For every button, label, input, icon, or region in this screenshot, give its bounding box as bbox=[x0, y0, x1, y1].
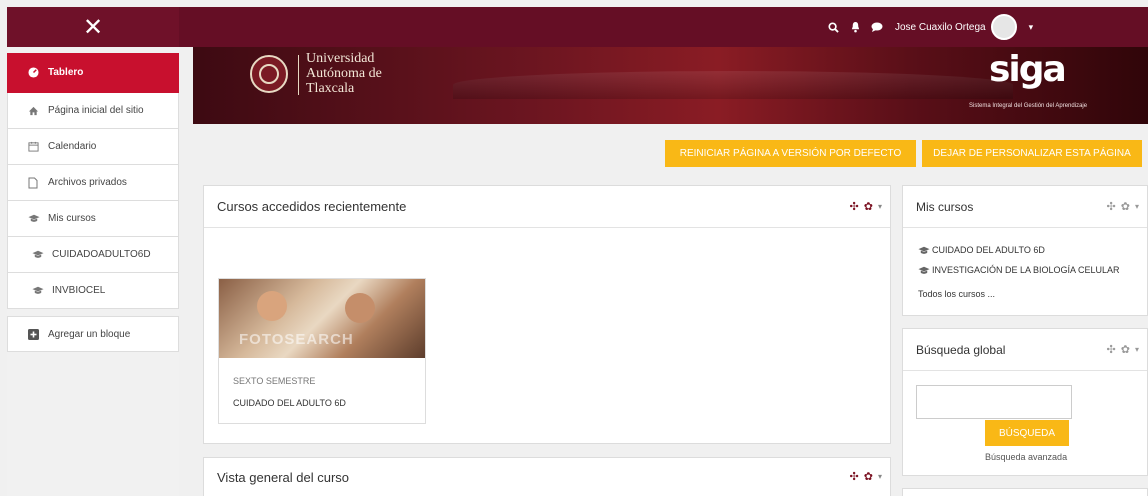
block-title: Vista general del curso bbox=[217, 470, 350, 485]
file-icon bbox=[28, 177, 42, 189]
block-title: Cursos accedidos recientemente bbox=[217, 199, 407, 214]
plus-square-icon bbox=[28, 328, 42, 340]
chevron-down-icon[interactable]: ▾ bbox=[1135, 345, 1139, 354]
graduation-cap-icon bbox=[32, 250, 46, 259]
sidebar-item-course-invbiocel[interactable]: INVBIOCEL bbox=[7, 273, 179, 309]
chevron-down-icon[interactable]: ▾ bbox=[878, 472, 882, 481]
home-icon bbox=[28, 106, 42, 116]
gear-icon[interactable]: ✿ bbox=[1121, 343, 1130, 356]
block-header: Mis cursos ✣ ✿ ▾ bbox=[903, 186, 1147, 228]
reset-page-button[interactable]: REINICIAR PÁGINA A VERSIÓN POR DEFECTO bbox=[665, 140, 916, 167]
sidebar-item-label: Página inicial del sitio bbox=[48, 105, 144, 116]
chat-icon[interactable] bbox=[869, 19, 885, 35]
move-icon[interactable]: ✣ bbox=[850, 200, 859, 213]
siga-subtitle: Sistema Integral del Gestión del Aprendi… bbox=[969, 103, 1088, 109]
dashboard-icon bbox=[28, 67, 42, 78]
graduation-cap-icon bbox=[32, 286, 46, 295]
move-icon[interactable]: ✣ bbox=[850, 470, 859, 483]
university-seal-icon bbox=[250, 55, 288, 93]
graduation-cap-icon bbox=[918, 266, 930, 275]
chevron-down-icon[interactable]: ▾ bbox=[878, 202, 882, 211]
sidebar-item-label: CUIDADOADULTO6D bbox=[52, 249, 151, 260]
close-drawer-button[interactable]: ✕ bbox=[7, 7, 179, 47]
top-navbar: ✕ Jose Cuaxilo Ortega ▾ bbox=[7, 7, 1148, 47]
my-course-label: INVESTIGACIÓN DE LA BIOLOGÍA CELULAR bbox=[932, 265, 1120, 275]
sidebar-item-label: Mis cursos bbox=[48, 213, 96, 224]
all-courses-link[interactable]: Todos los cursos ... bbox=[918, 289, 995, 299]
header-banner: Universidad Autónoma de Tlaxcala siga Si… bbox=[193, 47, 1148, 124]
advanced-search-link[interactable]: Búsqueda avanzada bbox=[985, 452, 1067, 462]
sidebar-item-label: Tablero bbox=[48, 67, 84, 78]
stop-customizing-button[interactable]: DEJAR DE PERSONALIZAR ESTA PÁGINA bbox=[922, 140, 1142, 167]
block-controls: ✣ ✿ ▾ bbox=[1107, 200, 1139, 213]
block-title: Búsqueda global bbox=[916, 342, 1006, 357]
block-controls: ✣ ✿ ▾ bbox=[1107, 343, 1139, 356]
course-overview-block: Vista general del curso ✣ ✿ ▾ bbox=[203, 457, 891, 496]
chevron-down-icon[interactable]: ▾ bbox=[1029, 22, 1034, 33]
block-controls: ✣ ✿ ▾ bbox=[850, 200, 882, 213]
my-course-link[interactable]: INVESTIGACIÓN DE LA BIOLOGÍA CELULAR bbox=[918, 265, 1120, 275]
search-icon[interactable] bbox=[825, 19, 841, 35]
my-course-label: CUIDADO DEL ADULTO 6D bbox=[932, 245, 1045, 255]
university-name-line: Universidad bbox=[306, 51, 375, 66]
user-name[interactable]: Jose Cuaxilo Ortega bbox=[895, 22, 986, 33]
university-name-line: Autónoma de bbox=[306, 66, 382, 81]
siga-logo: siga bbox=[989, 49, 1067, 90]
search-button[interactable]: BÚSQUEDA bbox=[985, 420, 1069, 446]
course-card[interactable]: FOTOSEARCH SEXTO SEMESTRE CUIDADO DEL AD… bbox=[218, 278, 426, 424]
logo-divider bbox=[298, 55, 299, 95]
move-icon[interactable]: ✣ bbox=[1107, 343, 1116, 356]
sidebar-item-calendar[interactable]: Calendario bbox=[7, 129, 179, 165]
sidebar-item-dashboard[interactable]: Tablero bbox=[7, 53, 179, 93]
search-input[interactable] bbox=[916, 385, 1072, 419]
avatar[interactable] bbox=[990, 14, 1017, 40]
sidebar-item-label: Archivos privados bbox=[48, 177, 127, 188]
course-image[interactable]: FOTOSEARCH bbox=[219, 279, 425, 358]
sidebar-item-add-block[interactable]: Agregar un bloque bbox=[7, 316, 179, 352]
sidebar-item-course-cuidado[interactable]: CUIDADOADULTO6D bbox=[7, 237, 179, 273]
block-controls: ✣ ✿ ▾ bbox=[850, 470, 882, 483]
sidebar-item-label: Calendario bbox=[48, 141, 97, 152]
course-category: SEXTO SEMESTRE bbox=[233, 376, 316, 386]
recent-courses-block: Cursos accedidos recientemente ✣ ✿ ▾ FOT… bbox=[203, 185, 891, 444]
sidebar-item-label: INVBIOCEL bbox=[52, 285, 106, 296]
bell-icon[interactable] bbox=[847, 19, 863, 35]
gear-icon[interactable]: ✿ bbox=[864, 470, 873, 483]
chevron-down-icon[interactable]: ▾ bbox=[1135, 202, 1139, 211]
next-block-partial bbox=[902, 488, 1148, 496]
block-header: Búsqueda global ✣ ✿ ▾ bbox=[903, 329, 1147, 371]
university-name[interactable]: Universidad Autónoma de Tlaxcala bbox=[306, 51, 382, 96]
gear-icon[interactable]: ✿ bbox=[864, 200, 873, 213]
gear-icon[interactable]: ✿ bbox=[1121, 200, 1130, 213]
sidebar: Tablero Página inicial del sitio Calenda… bbox=[7, 47, 179, 496]
sidebar-item-site-home[interactable]: Página inicial del sitio bbox=[7, 93, 179, 129]
block-header: Vista general del curso ✣ ✿ ▾ bbox=[204, 458, 890, 496]
sidebar-item-my-courses[interactable]: Mis cursos bbox=[7, 201, 179, 237]
university-name-line: Tlaxcala bbox=[306, 81, 355, 96]
user-menu-area: Jose Cuaxilo Ortega ▾ bbox=[825, 7, 1033, 47]
image-watermark: FOTOSEARCH bbox=[239, 331, 354, 348]
banner-building-decor bbox=[453, 71, 1013, 99]
block-header: Cursos accedidos recientemente ✣ ✿ ▾ bbox=[204, 186, 890, 228]
graduation-cap-icon bbox=[918, 246, 930, 255]
graduation-cap-icon bbox=[28, 214, 42, 223]
move-icon[interactable]: ✣ bbox=[1107, 200, 1116, 213]
course-name-link[interactable]: CUIDADO DEL ADULTO 6D bbox=[233, 398, 346, 408]
global-search-block: Búsqueda global ✣ ✿ ▾ BÚSQUEDA Búsqueda … bbox=[902, 328, 1148, 476]
sidebar-item-private-files[interactable]: Archivos privados bbox=[7, 165, 179, 201]
sidebar-item-label: Agregar un bloque bbox=[48, 328, 131, 340]
calendar-icon bbox=[28, 141, 42, 152]
my-course-link[interactable]: CUIDADO DEL ADULTO 6D bbox=[918, 245, 1045, 255]
my-courses-block: Mis cursos ✣ ✿ ▾ CUIDADO DEL ADULTO 6D I… bbox=[902, 185, 1148, 316]
block-title: Mis cursos bbox=[916, 199, 974, 214]
